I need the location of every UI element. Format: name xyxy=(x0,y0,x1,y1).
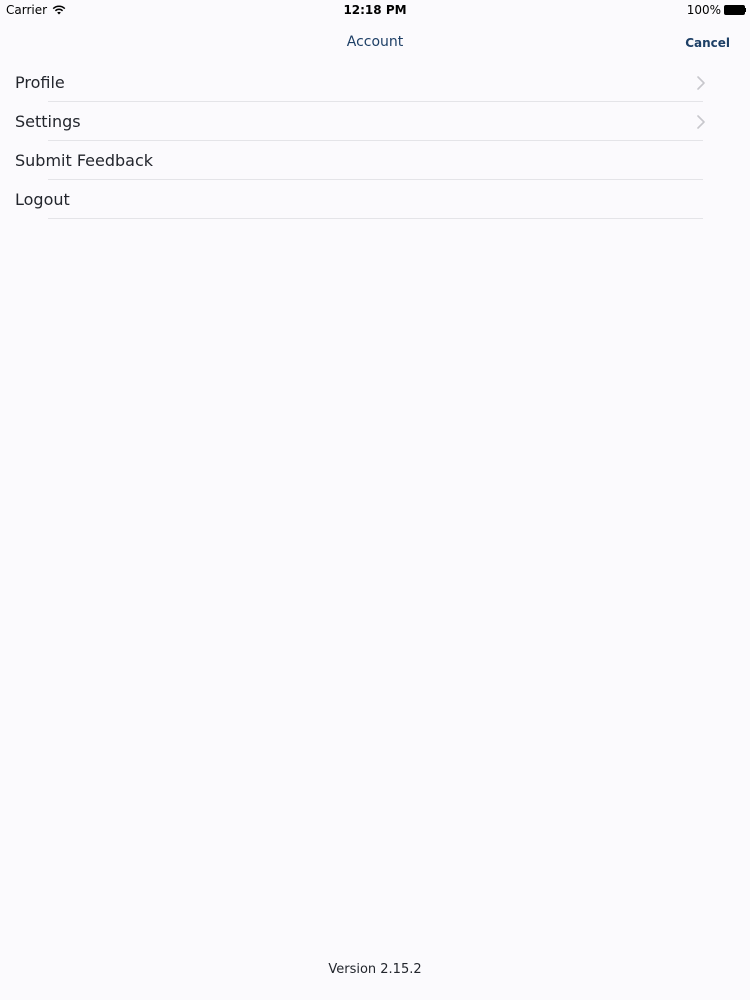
divider xyxy=(48,218,703,219)
chevron-right-icon xyxy=(697,76,705,90)
chevron-right-icon xyxy=(697,115,705,129)
status-time: 12:18 PM xyxy=(343,3,407,17)
navigation-bar: Account Cancel xyxy=(0,22,750,62)
page-title: Account xyxy=(346,34,404,50)
menu-item-label: Profile xyxy=(15,73,65,92)
menu-item-label: Logout xyxy=(15,190,70,209)
menu-item-logout[interactable]: Logout xyxy=(0,180,750,219)
menu-item-label: Submit Feedback xyxy=(15,151,154,170)
menu-item-settings[interactable]: Settings xyxy=(0,102,750,141)
cancel-button[interactable]: Cancel xyxy=(685,36,730,50)
version-label: Version 2.15.2 xyxy=(328,962,422,977)
battery-full-icon xyxy=(724,5,746,15)
battery-percent: 100% xyxy=(686,3,721,17)
menu-item-profile[interactable]: Profile xyxy=(0,63,750,102)
status-right: 100% xyxy=(687,3,746,17)
account-menu-list: Profile Settings Submit Feedback Logout xyxy=(0,63,750,219)
menu-item-submit-feedback[interactable]: Submit Feedback xyxy=(0,141,750,180)
status-bar: Carrier 12:18 PM 100% xyxy=(0,0,750,22)
menu-item-label: Settings xyxy=(15,112,81,131)
